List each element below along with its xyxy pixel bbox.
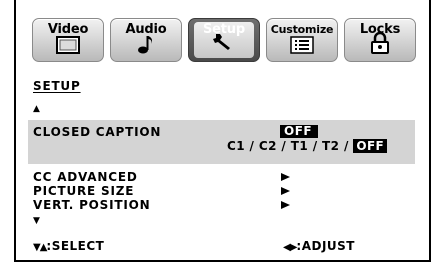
menu-item-picture-size[interactable]: PICTURE SIZE — [33, 184, 134, 198]
tab-setup[interactable]: Setup — [188, 18, 260, 62]
music-note-icon — [136, 34, 156, 58]
tab-video[interactable]: Video — [32, 18, 104, 62]
menu-item-cc-advanced[interactable]: CC ADVANCED — [33, 170, 138, 184]
cc-advanced-arrow-icon — [281, 173, 290, 181]
picture-size-arrow-icon — [281, 187, 290, 195]
tab-customize-label: Customize — [270, 23, 334, 36]
scroll-down-indicator[interactable]: ▼ — [33, 216, 40, 226]
section-title: SETUP — [33, 79, 81, 93]
closed-caption-options-list: C1 / C2 / T1 / T2 / — [227, 139, 354, 153]
tab-audio[interactable]: Audio — [110, 18, 182, 62]
tab-locks[interactable]: Locks — [344, 18, 416, 62]
closed-caption-options[interactable]: C1 / C2 / T1 / T2 / OFF — [227, 139, 388, 154]
tab-video-label: Video — [47, 22, 89, 37]
scroll-up-indicator[interactable]: ▲ — [33, 104, 40, 114]
wrench-icon — [212, 31, 236, 55]
footer-adjust-hint: ◀▶:ADJUST — [283, 239, 355, 255]
tab-customize[interactable]: Customize — [266, 18, 338, 62]
footer-adjust-label: :ADJUST — [296, 239, 355, 253]
closed-caption-label: CLOSED CAPTION — [33, 125, 162, 139]
list-icon — [290, 36, 314, 58]
screen-icon — [56, 36, 80, 58]
padlock-icon — [370, 31, 390, 58]
left-right-arrows-icon: ◀▶ — [283, 242, 297, 253]
closed-caption-selected-option: OFF — [353, 139, 388, 153]
menu-item-vert-position[interactable]: VERT. POSITION — [33, 198, 150, 212]
up-down-arrows-icon: ▼▲ — [33, 242, 47, 253]
closed-caption-value: OFF — [280, 125, 318, 138]
footer-select-hint: ▼▲:SELECT — [33, 239, 104, 255]
menu-tab-bar: Video Audio Setup Customize Locks — [32, 18, 416, 62]
vert-position-arrow-icon — [281, 201, 290, 209]
footer-select-label: :SELECT — [46, 239, 105, 253]
